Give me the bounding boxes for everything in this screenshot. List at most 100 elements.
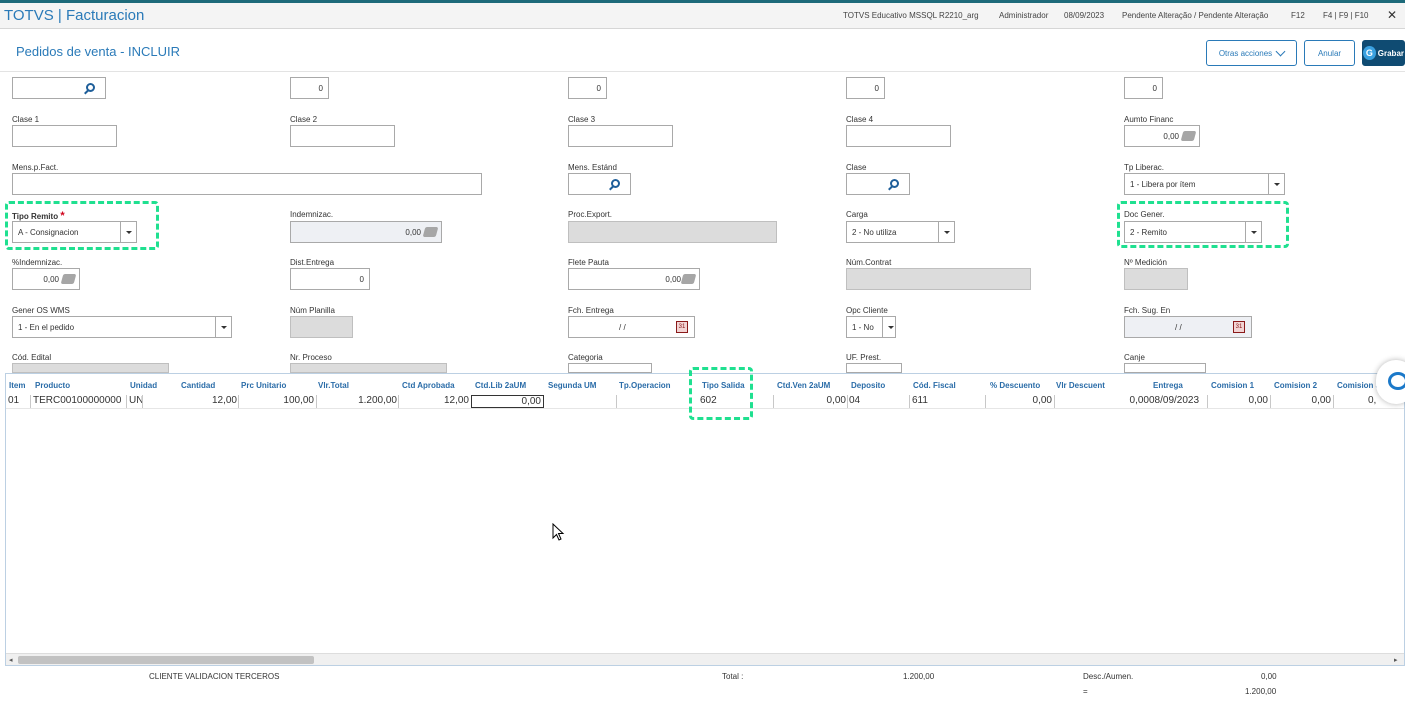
mens-estand-field[interactable]: [568, 173, 631, 195]
fch-sug-en-field[interactable]: / /31: [1124, 316, 1252, 338]
fch-entrega-field[interactable]: / /31: [568, 316, 695, 338]
cell-ctd-lib-2aum[interactable]: 0,00: [471, 395, 544, 408]
desc-aumen-label: Desc./Aumen.: [1083, 672, 1134, 681]
gener-os-wms-select[interactable]: 1 - En el pedido: [12, 316, 232, 338]
col-header-ctd-aprobada[interactable]: Ctd Aprobada: [402, 381, 455, 390]
cell-ctd-aprobada[interactable]: 12,00: [401, 395, 469, 408]
chevron-down-icon[interactable]: [215, 317, 231, 337]
cell-cod-fiscal[interactable]: 611: [912, 395, 928, 408]
horizontal-scrollbar[interactable]: ◂ ▸: [6, 653, 1404, 665]
cell-prc-unitario[interactable]: 100,00: [241, 395, 314, 408]
pct-indemnizac-field[interactable]: 0,00: [12, 268, 80, 290]
proc-export-label: Proc.Export.: [568, 210, 613, 219]
cell-entrega[interactable]: 08/09/2023: [1149, 395, 1199, 408]
col-header-comision1[interactable]: Comision 1: [1211, 381, 1254, 390]
indemnizac-field[interactable]: 0,00: [290, 221, 442, 243]
row0-field-5[interactable]: 0: [1124, 77, 1163, 99]
total-value: 1.200,00: [903, 672, 935, 681]
categoria-field[interactable]: [568, 363, 652, 373]
clase-label: Clase: [846, 163, 867, 172]
chat-button[interactable]: [1376, 360, 1405, 404]
scroll-right-icon[interactable]: ▸: [1394, 656, 1398, 664]
carga-select[interactable]: 2 - No utiliza: [846, 221, 955, 243]
calendar-icon[interactable]: 31: [1233, 321, 1245, 333]
cell-vlr-descuent[interactable]: 0,00: [1057, 395, 1149, 408]
cell-vlr-total[interactable]: 1.200,00: [319, 395, 397, 408]
flete-pauta-field[interactable]: 0,00: [568, 268, 700, 290]
cell-deposito[interactable]: 04: [849, 395, 860, 408]
col-header-vlr-total[interactable]: Vlr.Total: [318, 381, 349, 390]
clase3-field[interactable]: [568, 125, 673, 147]
mens-p-fact-field[interactable]: [12, 173, 482, 195]
num-medicion-field: [1124, 268, 1188, 290]
row0-field-4[interactable]: 0: [846, 77, 885, 99]
col-header-deposito[interactable]: Deposito: [851, 381, 885, 390]
aumto-financ-field[interactable]: 0,00: [1124, 125, 1200, 147]
clase-field[interactable]: [846, 173, 910, 195]
col-header-cod-fiscal[interactable]: Cód. Fiscal: [913, 381, 956, 390]
cell-comision2[interactable]: 0,00: [1273, 395, 1331, 408]
canje-field[interactable]: [1124, 363, 1206, 373]
col-header-unidad[interactable]: Unidad: [130, 381, 157, 390]
search-icon[interactable]: [86, 83, 95, 92]
cancel-button[interactable]: Anular: [1304, 40, 1355, 66]
cell-cantidad[interactable]: 12,00: [176, 395, 237, 408]
opc-cliente-select[interactable]: 1 - No: [846, 316, 896, 338]
cell-tp-operacion[interactable]: [619, 395, 696, 408]
chevron-down-icon[interactable]: [882, 317, 895, 337]
col-header-comision2[interactable]: Comision 2: [1274, 381, 1317, 390]
cod-edital-field: [12, 363, 169, 373]
chevron-down-icon[interactable]: [1268, 174, 1284, 194]
col-header-ctd-lib-2aum[interactable]: Ctd.Lib 2aUM: [475, 381, 526, 390]
col-header-ctd-ven-2aum[interactable]: Ctd.Ven 2aUM: [777, 381, 830, 390]
col-header-prc-unitario[interactable]: Prc Unitario: [241, 381, 286, 390]
clase4-field[interactable]: [846, 125, 951, 147]
scroll-left-icon[interactable]: ◂: [9, 656, 13, 664]
cod-edital-label: Cód. Edital: [12, 353, 52, 362]
pct-indemnizac-label: %Indemnizac.: [12, 258, 63, 267]
money-icon: [60, 274, 77, 284]
num-planilla-label: Núm Planilla: [290, 306, 335, 315]
search-icon[interactable]: [890, 179, 899, 188]
num-medicion-label: Nº Medición: [1124, 258, 1167, 267]
save-button[interactable]: G Grabar: [1362, 40, 1405, 66]
col-header-entrega[interactable]: Entrega: [1153, 381, 1183, 390]
clase2-field[interactable]: [290, 125, 395, 147]
cell-comision1[interactable]: 0,00: [1210, 395, 1268, 408]
col-header-vlr-descuent[interactable]: Vlr Descuent: [1056, 381, 1105, 390]
chevron-down-icon[interactable]: [938, 222, 954, 242]
cell-segunda-um[interactable]: [548, 395, 616, 408]
tp-liberac-select[interactable]: 1 - Libera por ítem: [1124, 173, 1285, 195]
function-keys-shortcut[interactable]: F4 | F9 | F10: [1323, 11, 1369, 20]
search-icon[interactable]: [611, 179, 620, 188]
col-header-producto[interactable]: Producto: [35, 381, 70, 390]
col-header-item[interactable]: Item: [9, 381, 25, 390]
f12-shortcut[interactable]: F12: [1291, 11, 1305, 20]
col-header-comision3[interactable]: Comision 3: [1337, 381, 1380, 390]
close-icon[interactable]: ✕: [1387, 8, 1397, 22]
cell-producto[interactable]: TERC00100000000: [33, 395, 121, 408]
other-actions-button[interactable]: Otras acciones: [1206, 40, 1297, 66]
row0-field-2[interactable]: 0: [290, 77, 329, 99]
user-label[interactable]: Administrador: [999, 11, 1048, 20]
mens-estand-label: Mens. Estánd: [568, 163, 617, 172]
col-header-tp-operacion[interactable]: Tp.Operacion: [619, 381, 671, 390]
row0-field-3[interactable]: 0: [568, 77, 607, 99]
scrollbar-thumb[interactable]: [18, 656, 314, 664]
cell-comision3[interactable]: 0,: [1368, 395, 1376, 408]
dist-entrega-field[interactable]: 0: [290, 268, 370, 290]
col-header-cantidad[interactable]: Cantidad: [181, 381, 215, 390]
row0-lookup-field[interactable]: [12, 77, 106, 99]
clase1-field[interactable]: [12, 125, 117, 147]
uf-prest-field[interactable]: [846, 363, 902, 373]
col-header-segunda-um[interactable]: Segunda UM: [548, 381, 596, 390]
money-icon: [680, 274, 697, 284]
cell-pct-descuento[interactable]: 0,00: [988, 395, 1052, 408]
opc-cliente-label: Opc Cliente: [846, 306, 888, 315]
cell-ctd-ven-2aum[interactable]: 0,00: [776, 395, 846, 408]
cell-item[interactable]: 01: [8, 395, 19, 408]
calendar-icon[interactable]: 31: [676, 321, 688, 333]
date-label[interactable]: 08/09/2023: [1064, 11, 1104, 20]
col-header-pct-descuento[interactable]: % Descuento: [990, 381, 1040, 390]
environment-label: TOTVS Educativo MSSQL R2210_arg: [843, 11, 979, 20]
